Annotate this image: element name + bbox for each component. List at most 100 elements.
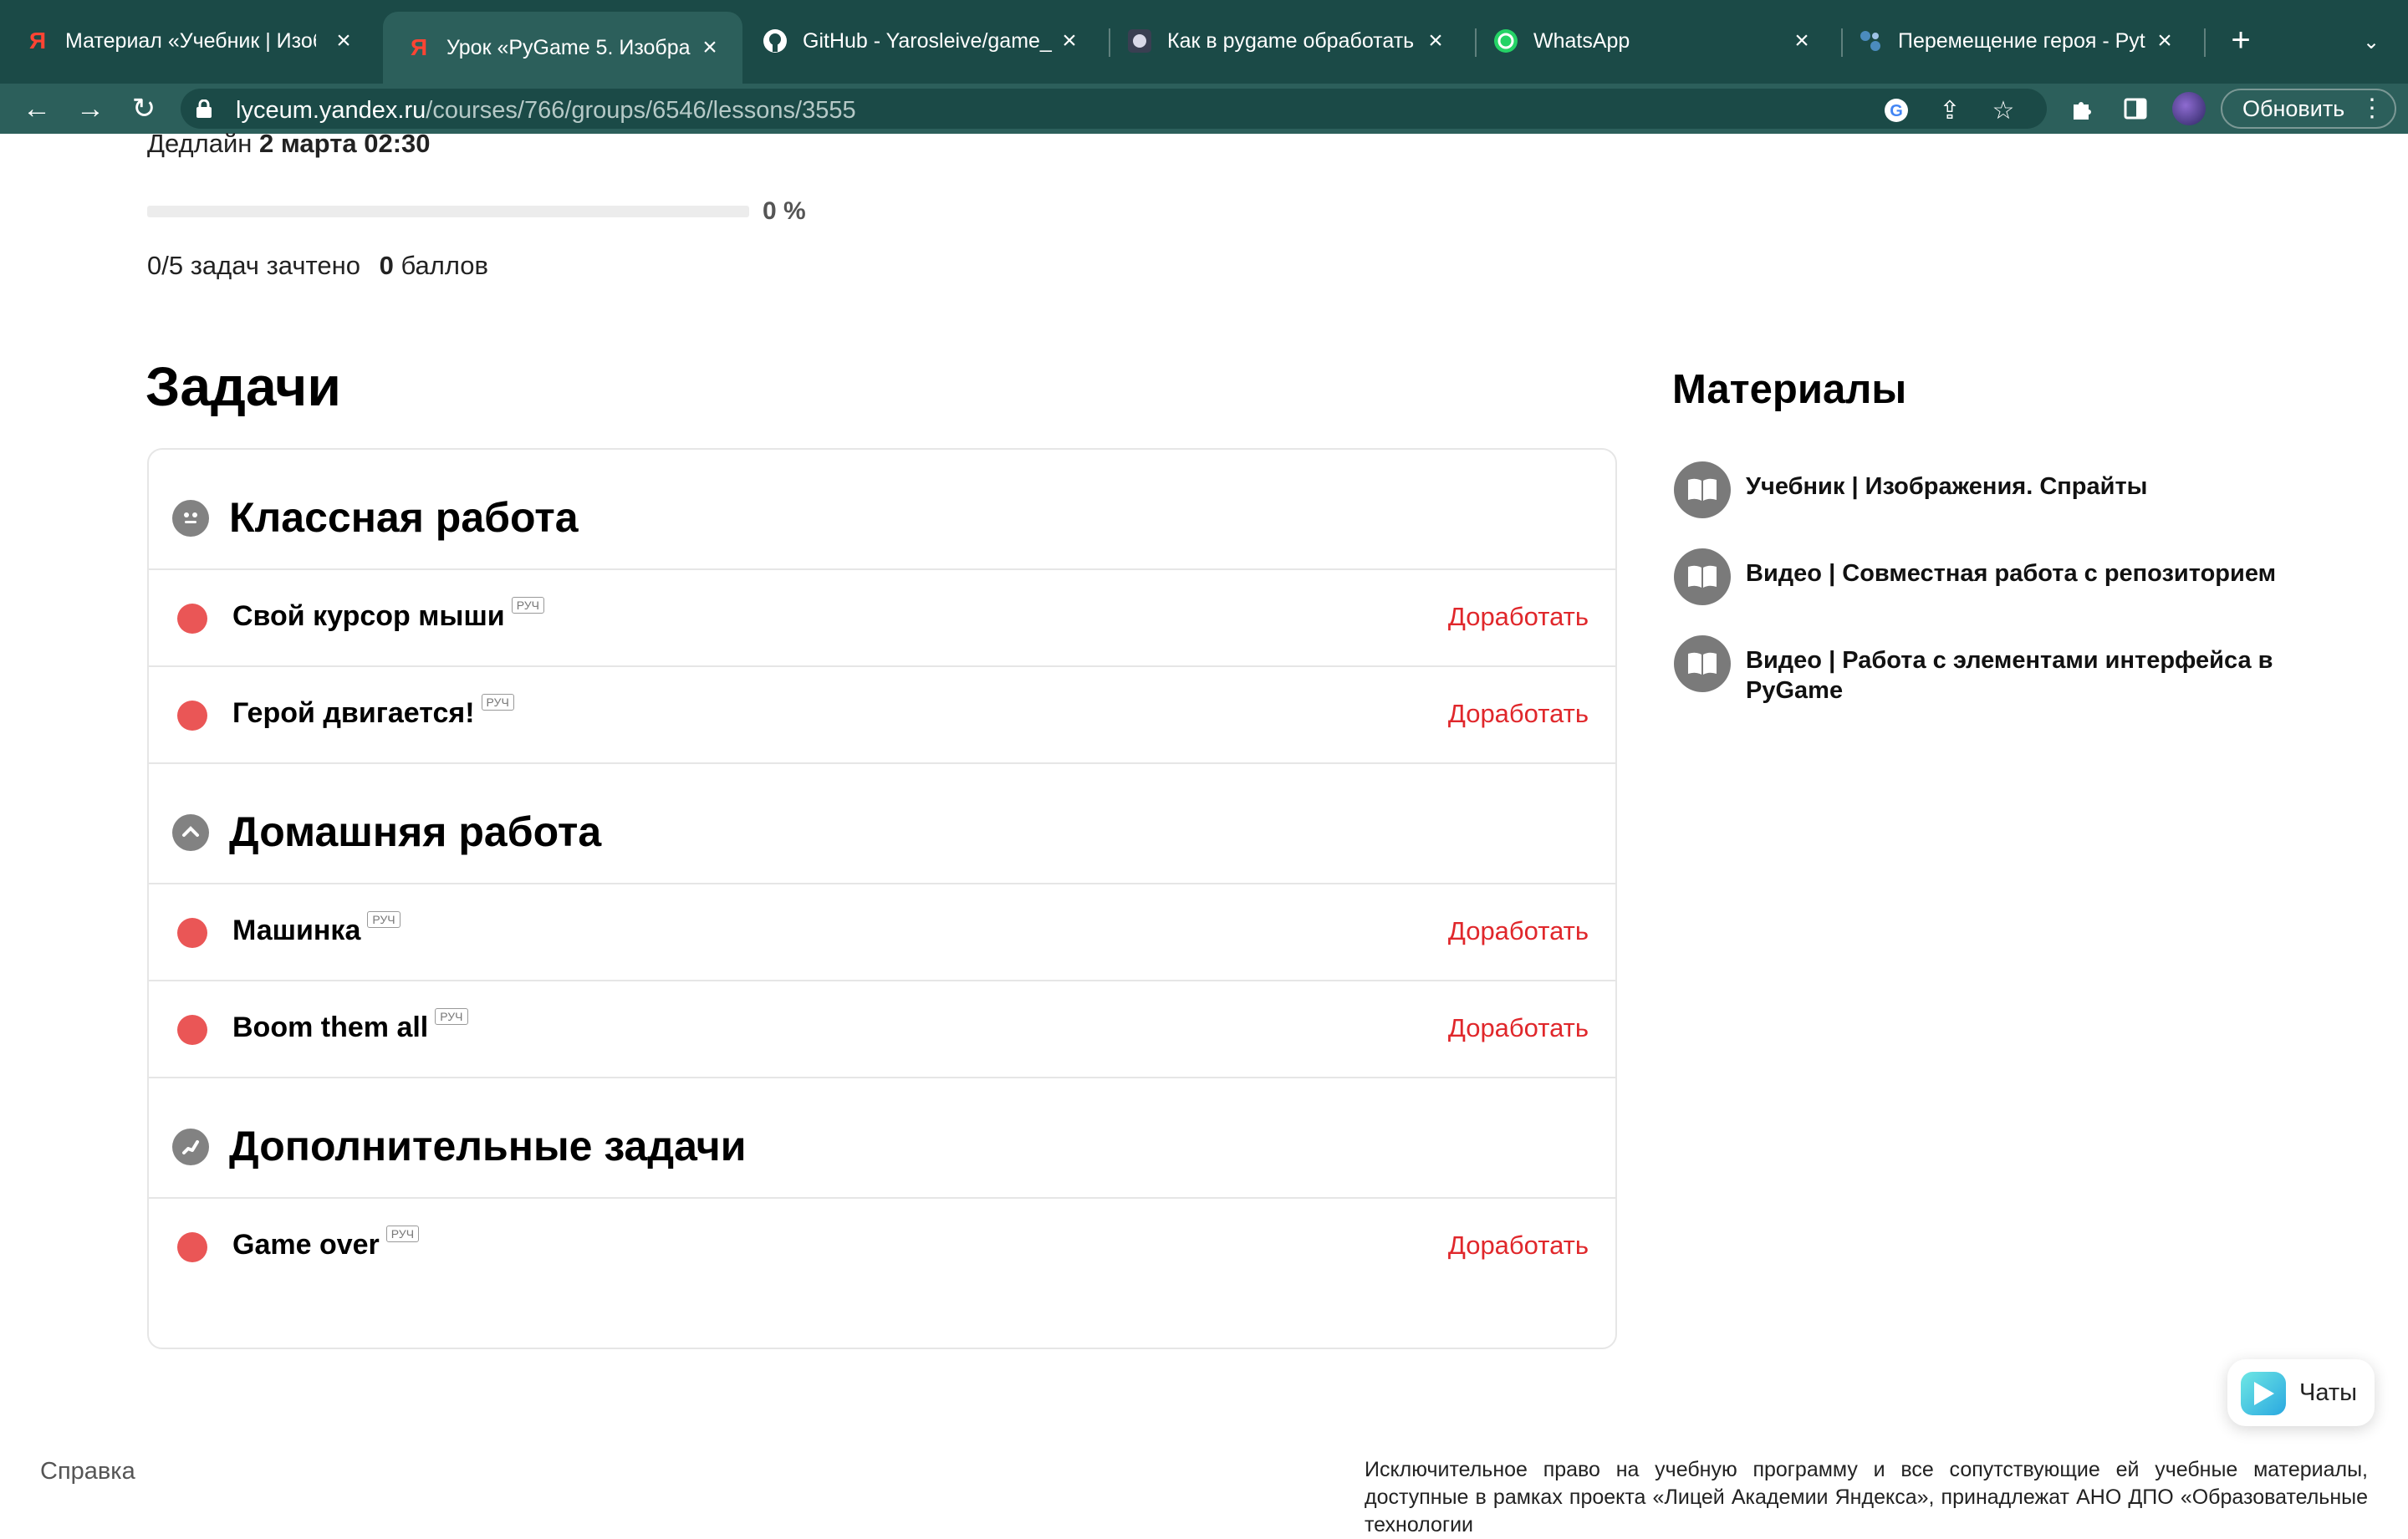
task-row[interactable]: Машинка РУЧ Доработать xyxy=(149,884,1615,981)
classwork-icon xyxy=(172,500,209,537)
task-row[interactable]: Герой двигается! РУЧ Доработать xyxy=(149,667,1615,764)
book-icon xyxy=(1674,635,1731,692)
materials-heading: Материалы xyxy=(1672,367,1907,412)
browser-tab[interactable]: WhatsApp × xyxy=(1493,13,1834,69)
tab-title: Урок «PyGame 5. Изобра xyxy=(446,35,691,59)
browser-tab[interactable]: Я Материал «Учебник | Изоб × xyxy=(25,13,376,69)
close-icon[interactable]: × xyxy=(2150,27,2179,55)
tasks-card: Классная работа Свой курсор мыши РУЧ Дора… xyxy=(147,448,1617,1349)
material-link[interactable]: Учебник | Изображения. Спрайты xyxy=(1746,471,2298,502)
profile-avatar[interactable] xyxy=(2172,92,2206,125)
status-dot-icon xyxy=(177,604,207,634)
material-link[interactable]: Видео | Совместная работа с репозиторием xyxy=(1746,558,2298,589)
rework-link[interactable]: Доработать xyxy=(1448,916,1589,946)
side-panel-icon[interactable] xyxy=(2117,90,2154,127)
update-button-label: Обновить xyxy=(2242,95,2345,121)
task-name-link[interactable]: Свой курсор мыши РУЧ xyxy=(232,597,544,633)
close-icon[interactable]: × xyxy=(329,27,358,55)
manual-check-tag: РУЧ xyxy=(435,1008,468,1025)
browser-tab[interactable]: GitHub - Yarosleive/game_ × xyxy=(763,13,1102,69)
points-label: баллов xyxy=(400,251,488,280)
task-row[interactable]: Game over РУЧ Доработать xyxy=(149,1199,1615,1296)
browser-toolbar: ← → ↻ lyceum.yandex.ru/courses/766/group… xyxy=(0,84,2408,134)
yandex-icon: Я xyxy=(28,28,47,54)
lock-icon[interactable] xyxy=(196,99,212,118)
homework-icon xyxy=(172,814,209,851)
section-homework[interactable]: Домашняя работа xyxy=(149,764,1615,884)
manual-check-tag: РУЧ xyxy=(511,597,544,614)
extra-tasks-icon xyxy=(172,1129,209,1165)
help-link[interactable]: Справка xyxy=(40,1458,135,1485)
close-icon[interactable]: × xyxy=(1788,27,1816,55)
tab-separator xyxy=(2204,28,2206,57)
extensions-puzzle-icon[interactable] xyxy=(2064,90,2100,127)
task-name-link[interactable]: Game over РУЧ xyxy=(232,1226,420,1261)
whatsapp-icon xyxy=(1493,28,1518,54)
section-title: Классная работа xyxy=(229,494,579,541)
points-value: 0 xyxy=(379,251,394,280)
section-extra-tasks[interactable]: Дополнительные задачи xyxy=(149,1078,1615,1199)
task-name-link[interactable]: Boom them all РУЧ xyxy=(232,1008,468,1044)
new-tab-plus-icon[interactable]: + xyxy=(2222,22,2259,59)
browser-tab[interactable]: Как в pygame обработать × xyxy=(1127,13,1468,69)
close-icon[interactable]: × xyxy=(1055,27,1084,55)
bookmark-star-icon[interactable]: ☆ xyxy=(1987,94,2020,127)
yandex-icon: Я xyxy=(410,34,428,60)
tab-separator xyxy=(1475,28,1477,57)
chats-button[interactable]: Чаты xyxy=(2227,1359,2375,1426)
forward-arrow-icon[interactable]: → xyxy=(72,90,109,127)
copyright-text: Исключительное право на учебную программ… xyxy=(1365,1458,2368,1536)
manual-check-tag: РУЧ xyxy=(367,911,400,928)
task-row[interactable]: Свой курсор мыши РУЧ Доработать xyxy=(149,570,1615,667)
share-icon[interactable]: ⇪ xyxy=(1933,94,1967,127)
status-dot-icon xyxy=(177,1015,207,1045)
status-dot-icon xyxy=(177,1232,207,1262)
chats-label: Чаты xyxy=(2299,1379,2357,1406)
tab-title: Как в pygame обработать xyxy=(1167,28,1415,53)
close-icon[interactable]: × xyxy=(1421,27,1450,55)
progress-bar xyxy=(147,206,749,217)
back-arrow-icon[interactable]: ← xyxy=(18,90,55,127)
rework-link[interactable]: Доработать xyxy=(1448,1231,1589,1261)
manual-check-tag: РУЧ xyxy=(385,1226,420,1242)
menu-kebab-icon[interactable]: ⋮ xyxy=(2360,94,2385,123)
tab-search-chevron-icon[interactable]: ⌄ xyxy=(2353,23,2390,60)
book-icon xyxy=(1674,461,1731,518)
browser-tab-bar: Я Материал «Учебник | Изоб × Я Урок «PyG… xyxy=(0,0,2408,84)
chat-app-icon xyxy=(2241,1372,2286,1415)
browser-tab-active[interactable]: Я Урок «PyGame 5. Изобра × xyxy=(383,12,742,84)
url-text[interactable]: lyceum.yandex.ru/courses/766/groups/6546… xyxy=(236,97,856,125)
tasks-summary: 0/5 задач зачтено 0 баллов xyxy=(147,251,488,281)
material-link[interactable]: Видео | Работа с элементами интерфейса в… xyxy=(1746,645,2298,706)
tab-title: Материал «Учебник | Изоб xyxy=(65,28,316,53)
rework-link[interactable]: Доработать xyxy=(1448,1013,1589,1043)
status-dot-icon xyxy=(177,701,207,731)
points: 0 баллов xyxy=(380,251,488,280)
section-classwork[interactable]: Классная работа xyxy=(149,450,1615,570)
section-title: Дополнительные задачи xyxy=(229,1123,747,1170)
rework-link[interactable]: Доработать xyxy=(1448,699,1589,729)
reload-icon[interactable]: ↻ xyxy=(125,90,162,127)
manual-check-tag: РУЧ xyxy=(481,694,514,711)
browser-tab[interactable]: Перемещение героя - Pyt × xyxy=(1858,13,2197,69)
rework-link[interactable]: Доработать xyxy=(1448,602,1589,632)
task-name-link[interactable]: Машинка РУЧ xyxy=(232,911,400,947)
task-row[interactable]: Boom them all РУЧ Доработать xyxy=(149,981,1615,1078)
solved-count: 0/5 задач зачтено xyxy=(147,251,360,280)
google-icon[interactable]: G xyxy=(1880,94,1913,127)
update-button[interactable]: Обновить ⋮ xyxy=(2221,89,2396,129)
deadline-label: Дедлайн xyxy=(147,129,253,158)
close-icon[interactable]: × xyxy=(696,33,724,62)
tab-title: GitHub - Yarosleive/game_ xyxy=(803,28,1052,53)
github-icon xyxy=(763,28,788,54)
progress-percent: 0 % xyxy=(763,197,806,225)
status-dot-icon xyxy=(177,918,207,948)
section-title: Домашняя работа xyxy=(229,808,602,855)
tasks-heading: Задачи xyxy=(145,355,341,417)
tab-separator xyxy=(1109,28,1110,57)
tab-title: Перемещение героя - Pyt xyxy=(1898,28,2145,53)
book-icon xyxy=(1674,548,1731,605)
deadline: Дедлайн 2 марта 02:30 xyxy=(147,129,431,159)
task-name-link[interactable]: Герой двигается! РУЧ xyxy=(232,694,514,730)
address-bar[interactable]: lyceum.yandex.ru/courses/766/groups/6546… xyxy=(181,89,2047,129)
